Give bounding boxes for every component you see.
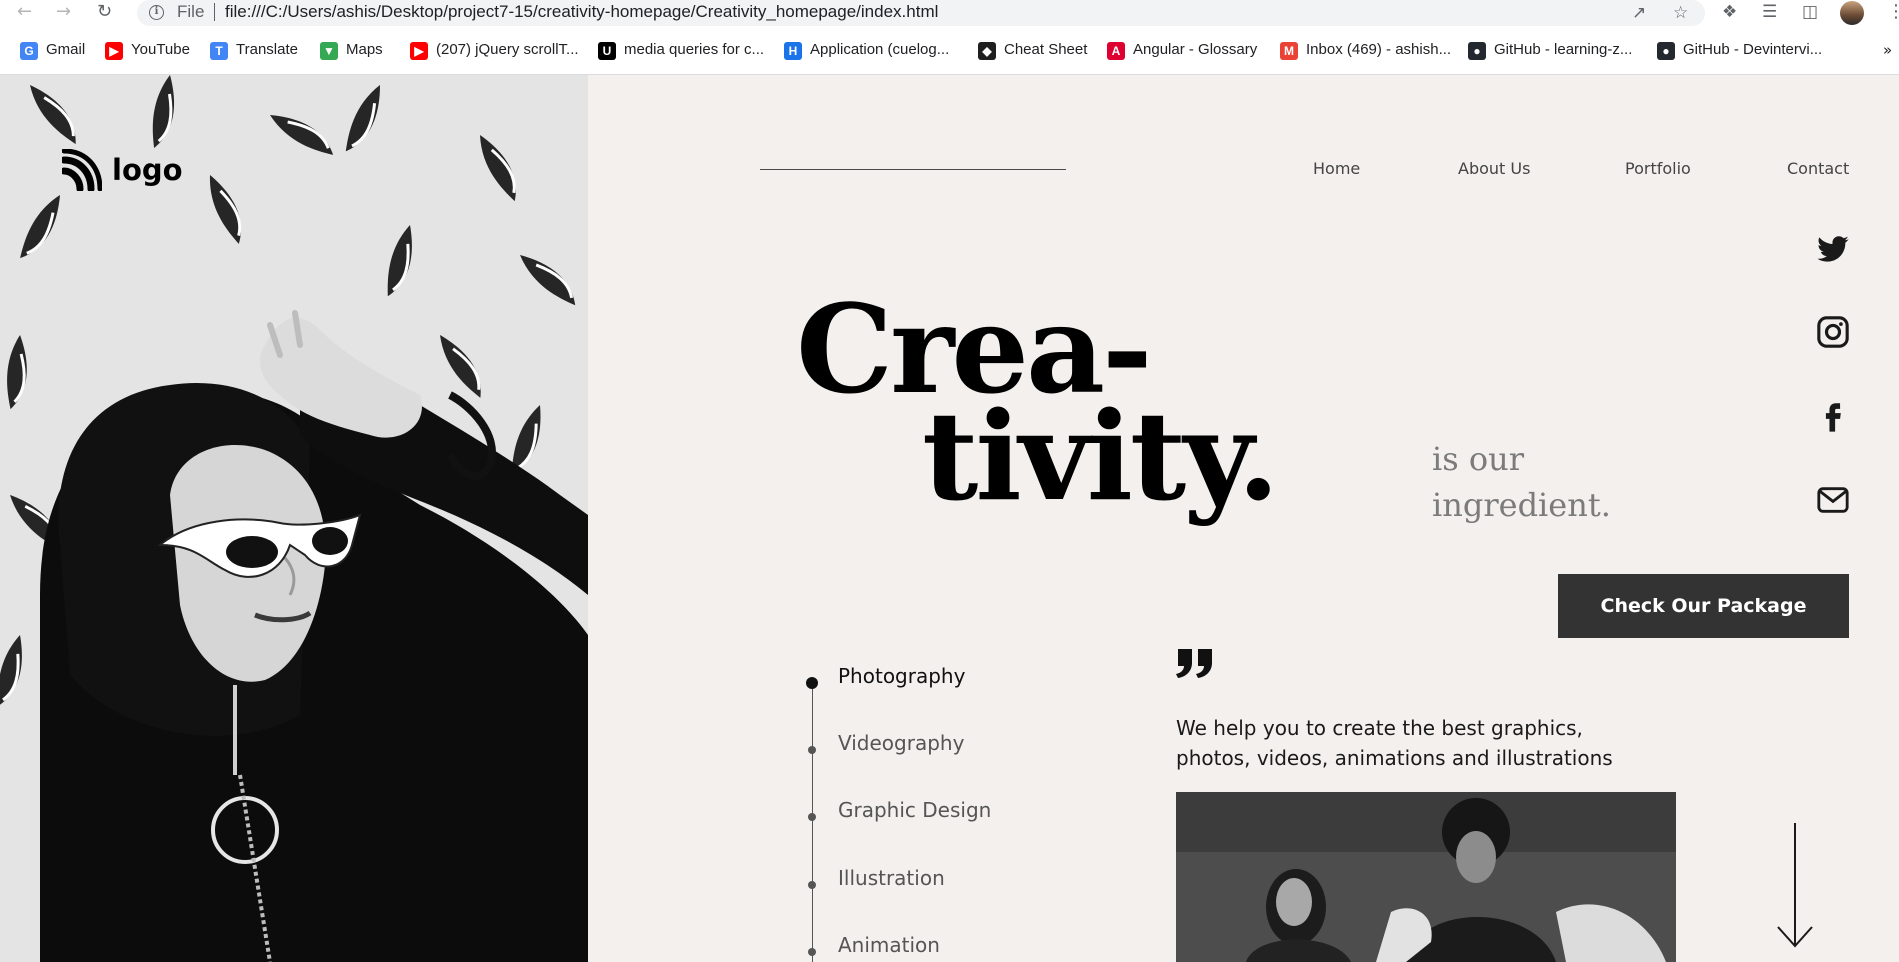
udacity-icon: U	[598, 42, 616, 60]
tagline: is our ingredient.	[1432, 436, 1611, 528]
twitter-icon[interactable]	[1816, 232, 1850, 266]
webpage: logo Home About Us Portfolio Contact Cre…	[0, 75, 1899, 962]
services-timeline-line	[812, 681, 813, 962]
scroll-down-arrow-icon[interactable]	[1775, 823, 1815, 949]
cheatsheet-icon: ◆	[978, 42, 996, 60]
headline-line-2: tivity.	[922, 384, 1280, 528]
nav-contact[interactable]: Contact	[1787, 159, 1849, 178]
bookmark-link[interactable]: YouTube	[131, 41, 190, 58]
url-text[interactable]: file:///C:/Users/ashis/Desktop/project7-…	[225, 2, 938, 22]
quote-icon	[1176, 649, 1212, 678]
service-item[interactable]: Illustration	[838, 866, 945, 890]
bookmark-link[interactable]: Inbox (469) - ashish...	[1306, 41, 1451, 58]
bookmark-link[interactable]: Application (cuelog...	[810, 41, 949, 58]
translate-icon: T	[210, 42, 228, 60]
tagline-line-1: is our	[1432, 440, 1524, 478]
maps-pin-icon: ▼	[320, 42, 338, 60]
info-icon[interactable]: i	[149, 5, 164, 20]
timeline-dot	[808, 948, 816, 956]
logo-text: logo	[112, 153, 183, 187]
github-icon: ●	[1657, 42, 1675, 60]
back-arrow-icon[interactable]: ←	[17, 1, 32, 23]
decorative-line	[760, 169, 1066, 170]
timeline-dot	[808, 813, 816, 821]
instagram-icon[interactable]	[1816, 315, 1850, 349]
bookmark-link[interactable]: Angular - Glossary	[1133, 41, 1257, 58]
google-icon: G	[20, 42, 38, 60]
bookmark-link[interactable]: media queries for c...	[624, 41, 764, 58]
share-icon[interactable]: ↗	[1632, 3, 1646, 23]
address-bar[interactable]: i File file:///C:/Users/ashis/Desktop/pr…	[137, 0, 1705, 26]
side-panel-icon[interactable]: ◫	[1802, 2, 1818, 22]
bookmarks-bar: G Gmail ▶ YouTube T Translate ▼ Maps ▶ (207) jQue…	[0, 38, 1899, 64]
bookmark-link[interactable]: Cheat Sheet	[1004, 41, 1087, 58]
url-scheme: File	[177, 2, 205, 21]
more-bookmarks-button[interactable]: »	[1883, 41, 1892, 59]
service-item[interactable]: Graphic Design	[838, 798, 991, 822]
nav-home[interactable]: Home	[1313, 159, 1360, 178]
bookmark-link[interactable]: GitHub - Devintervi...	[1683, 41, 1822, 58]
hero-photo-illustration	[0, 75, 588, 962]
hero-photo: logo	[0, 75, 588, 962]
reload-icon[interactable]: ↻	[97, 1, 112, 23]
github-icon: ●	[1468, 42, 1486, 60]
profile-avatar[interactable]	[1840, 1, 1864, 25]
extensions-icon[interactable]: ❖	[1722, 2, 1737, 22]
url-separator	[214, 3, 215, 21]
timeline-dot	[808, 881, 816, 889]
timeline-dot	[808, 746, 816, 754]
bookmark-link[interactable]: GitHub - learning-z...	[1494, 41, 1632, 58]
bookmark-link[interactable]: (207) jQuery scrollT...	[436, 41, 579, 58]
dancers-photo	[1176, 792, 1676, 962]
angular-icon: A	[1107, 42, 1125, 60]
facebook-icon[interactable]	[1816, 399, 1850, 433]
bookmark-star-icon[interactable]: ☆	[1673, 3, 1688, 23]
gmail-icon: M	[1280, 42, 1298, 60]
nav-about-us[interactable]: About Us	[1458, 159, 1530, 178]
rss-logo-icon	[62, 149, 102, 191]
service-item[interactable]: Videography	[838, 731, 964, 755]
forward-arrow-icon[interactable]: →	[56, 1, 71, 23]
youtube-icon: ▶	[105, 42, 123, 60]
bookmark-link[interactable]: Gmail	[46, 41, 85, 58]
youtube-icon: ▶	[410, 42, 428, 60]
service-item[interactable]: Photography	[838, 664, 965, 688]
media-controls-icon[interactable]: ☰	[1762, 2, 1777, 22]
check-our-package-button[interactable]: Check Our Package	[1558, 574, 1849, 638]
nav-portfolio[interactable]: Portfolio	[1625, 159, 1691, 178]
timeline-dot	[806, 677, 818, 689]
dancers-photo-illustration	[1176, 792, 1676, 962]
quote-text: We help you to create the best graphics,…	[1176, 716, 1613, 770]
browser-toolbar: ← → ↻ i File file:///C:/Users/ashis/Desk…	[0, 0, 1899, 26]
app-icon: H	[784, 42, 802, 60]
tagline-line-2: ingredient.	[1432, 486, 1611, 524]
bookmark-link[interactable]: Maps	[346, 41, 383, 58]
site-logo[interactable]: logo	[62, 149, 183, 191]
mail-icon[interactable]	[1816, 483, 1850, 517]
bookmark-link[interactable]: Translate	[236, 41, 298, 58]
service-item[interactable]: Animation	[838, 933, 940, 957]
browser-menu-icon[interactable]: ⋮	[1887, 1, 1899, 22]
